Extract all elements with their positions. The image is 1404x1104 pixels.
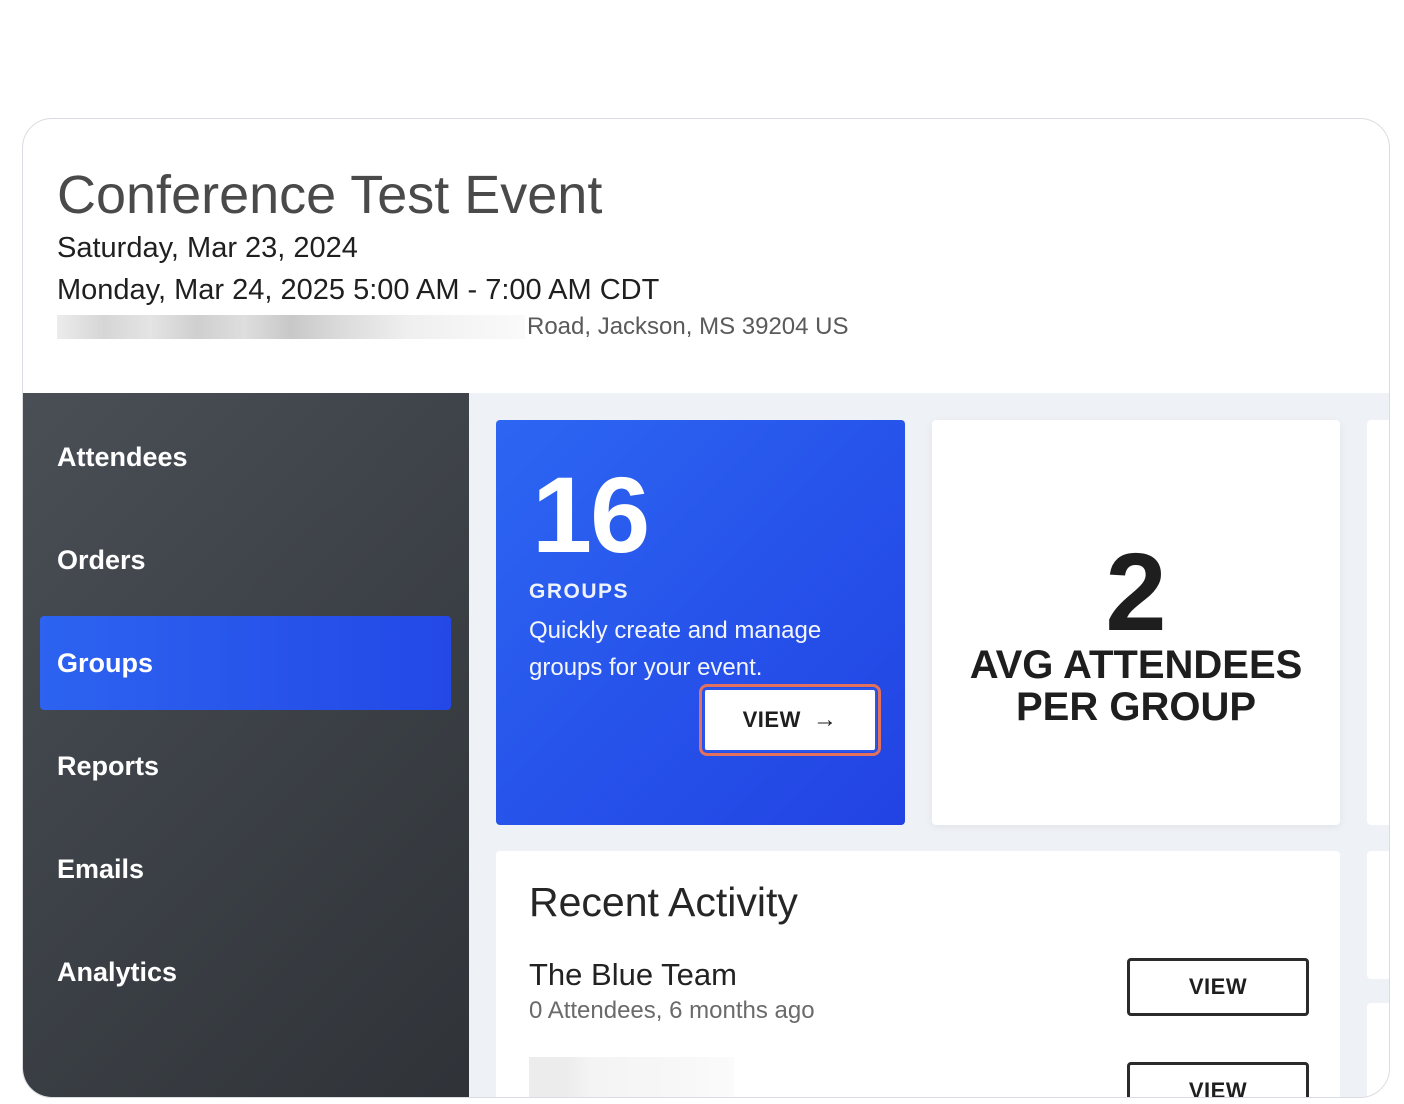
redacted-activity-item bbox=[529, 1057, 734, 1097]
groups-view-button[interactable]: VIEW → bbox=[703, 688, 877, 752]
event-time-range: Monday, Mar 24, 2025 5:00 AM - 7:00 AM C… bbox=[57, 274, 660, 306]
activity-item-meta: 0 Attendees, 6 months ago bbox=[529, 997, 815, 1024]
activity-view-button[interactable]: VIEW bbox=[1127, 1062, 1309, 1097]
sidebar-item-analytics[interactable]: Analytics bbox=[40, 925, 451, 1019]
sidebar-item-groups[interactable]: Groups bbox=[40, 616, 451, 710]
event-dashboard: Conference Test Event Saturday, Mar 23, … bbox=[22, 118, 1390, 1098]
offscreen-card bbox=[1367, 851, 1389, 979]
sidebar-item-reports[interactable]: Reports bbox=[40, 719, 451, 813]
sidebar-item-attendees[interactable]: Attendees bbox=[40, 410, 451, 504]
recent-activity-panel: Recent Activity The Blue Team 0 Attendee… bbox=[496, 851, 1340, 1097]
offscreen-card bbox=[1367, 1003, 1389, 1097]
groups-description: Quickly create and manage groups for you… bbox=[529, 617, 822, 681]
groups-label: GROUPS bbox=[529, 580, 630, 603]
arrow-right-icon: → bbox=[812, 706, 838, 733]
redacted-address-street bbox=[57, 315, 525, 339]
activity-view-button[interactable]: VIEW bbox=[1127, 958, 1309, 1016]
main-content: 16 GROUPS Quickly create and manage grou… bbox=[469, 393, 1389, 1097]
offscreen-card bbox=[1367, 420, 1389, 825]
groups-summary-card: 16 GROUPS Quickly create and manage grou… bbox=[496, 420, 905, 825]
avg-attendees-card: 2 AVG ATTENDEES PER GROUP bbox=[932, 420, 1340, 825]
event-start-date: Saturday, Mar 23, 2024 bbox=[57, 232, 358, 264]
groups-count: 16 bbox=[532, 454, 650, 575]
sidebar-nav: Attendees Orders Groups Reports Emails A… bbox=[23, 393, 469, 1097]
event-address-text: Road, Jackson, MS 39204 US bbox=[527, 313, 849, 340]
avg-attendees-value: 2 bbox=[1105, 531, 1167, 654]
sidebar-item-orders[interactable]: Orders bbox=[40, 513, 451, 607]
sidebar-item-emails[interactable]: Emails bbox=[40, 822, 451, 916]
event-address: Road, Jackson, MS 39204 US bbox=[57, 313, 1057, 341]
event-header: Conference Test Event Saturday, Mar 23, … bbox=[57, 163, 1057, 341]
avg-attendees-label: AVG ATTENDEES PER GROUP bbox=[969, 643, 1303, 729]
groups-view-button-label: VIEW bbox=[742, 707, 801, 732]
recent-activity-title: Recent Activity bbox=[529, 879, 798, 925]
event-title: Conference Test Event bbox=[57, 165, 603, 225]
activity-item-name: The Blue Team bbox=[529, 957, 737, 992]
